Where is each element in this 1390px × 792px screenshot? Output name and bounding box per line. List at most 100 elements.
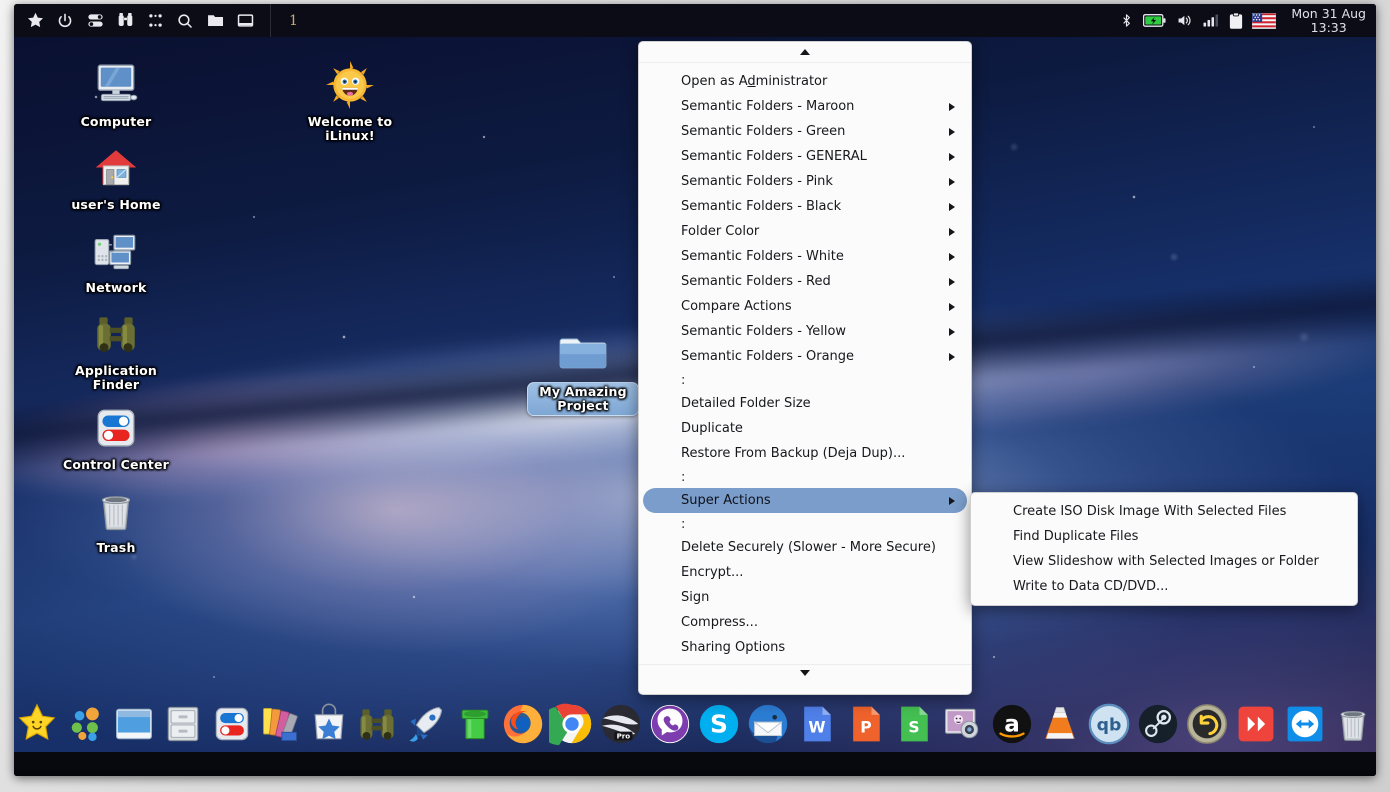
svg-text:Pro: Pro [617,731,631,740]
control-center-icon [210,702,254,746]
dock-item-vlc[interactable] [1038,699,1084,749]
chevron-right-icon [949,102,955,111]
menu-item-semantic-folders-white[interactable]: Semantic Folders - White [643,244,967,269]
desktop-icon-users-home[interactable]: user's Home [60,142,172,212]
volume-icon[interactable] [1175,12,1194,29]
dock-item-archive-cabinet[interactable] [160,699,206,749]
dock-item-skype[interactable]: S [696,699,742,749]
menu-item-folder-color[interactable]: Folder Color [643,219,967,244]
desktop-icon-trash[interactable]: Trash [60,485,172,555]
bluetooth-icon[interactable] [1119,12,1134,29]
toggles-icon[interactable] [82,8,108,34]
desktop-icon-label: Network [85,280,147,295]
dock-item-app-grid[interactable] [63,699,109,749]
grid-dots-icon[interactable] [142,8,168,34]
dock-item-steam[interactable] [1135,699,1181,749]
firefox-icon [500,701,546,747]
menu-item-semantic-folders-pink[interactable]: Semantic Folders - Pink [643,169,967,194]
viber-icon [647,701,693,747]
menu-item-delete-securely-slower-more-secure[interactable]: Delete Securely (Slower - More Secure) [643,535,967,560]
power-icon[interactable] [52,8,78,34]
image-viewer-icon [941,702,985,746]
submenu-item-find-duplicate-files[interactable]: Find Duplicate Files [975,524,1353,549]
dock-item-software-store[interactable] [306,699,352,749]
menu-item-semantic-folders-red[interactable]: Semantic Folders - Red [643,269,967,294]
menu-item-detailed-folder-size[interactable]: Detailed Folder Size [643,391,967,416]
dock-item-image-viewer[interactable] [940,699,986,749]
submenu-item-write-to-data-cd-dvd[interactable]: Write to Data CD/DVD... [975,574,1353,599]
dock-item-file-manager[interactable] [112,699,158,749]
dock-item-teamviewer[interactable] [1282,699,1328,749]
dock-item-chrome[interactable] [549,699,595,749]
dock-item-opera-pro[interactable]: Pro [598,699,644,749]
menu-item-sign[interactable]: Sign [643,585,967,610]
menu-item-open-as-administrator[interactable]: Open as Administrator [643,69,967,94]
submenu-item-view-slideshow-with-selected-images-or-folder[interactable]: View Slideshow with Selected Images or F… [975,549,1353,574]
dock-item-control-center[interactable] [209,699,255,749]
chevron-right-icon [949,127,955,136]
dock-item-spreadsheet[interactable]: S [891,699,937,749]
menu-item-restore-from-backup-deja-dup[interactable]: Restore From Backup (Deja Dup)... [643,441,967,466]
menu-item-semantic-folders-orange[interactable]: Semantic Folders - Orange [643,344,967,369]
menu-item-sharing-options[interactable]: Sharing Options [643,635,967,660]
dock-item-amazon[interactable]: a [989,699,1035,749]
dock-item-binoculars[interactable] [355,699,401,749]
chevron-right-icon [949,202,955,211]
window-icon[interactable] [232,8,258,34]
dock-item-writer[interactable]: W [794,699,840,749]
menu-item-semantic-folders-green[interactable]: Semantic Folders - Green [643,119,967,144]
screen-bottom-bar [14,770,1376,776]
menu-item-semantic-folders-general[interactable]: Semantic Folders - GENERAL [643,144,967,169]
menu-item-label: : [681,372,686,388]
desktop-icon-application-finder[interactable]: Application Finder [60,308,172,392]
dock-item-backup-restore[interactable] [1184,699,1230,749]
desktop-icon-label: Control Center [63,457,169,472]
super-actions-submenu[interactable]: Create ISO Disk Image With Selected File… [970,492,1358,606]
dock-item-viber[interactable] [647,699,693,749]
desktop-icon-network[interactable]: Network [60,225,172,295]
menu-item-encrypt[interactable]: Encrypt... [643,560,967,585]
menu-scroll-up-button[interactable] [639,42,971,63]
menu-scroll-down-button[interactable] [639,664,971,694]
dock-item-rocket[interactable] [403,699,449,749]
binoculars-icon[interactable] [112,8,138,34]
menu-item-compare-actions[interactable]: Compare Actions [643,294,967,319]
clipboard-icon[interactable] [1229,12,1243,30]
battery-charging-icon[interactable] [1143,13,1166,28]
desktop-icon-computer[interactable]: Computer [60,59,172,129]
dock-item-anydesk[interactable] [1233,699,1279,749]
rocket-icon [404,702,448,746]
archive-cabinet-icon [161,702,205,746]
desktop-icon-control-center[interactable]: Control Center [60,402,172,472]
opera-pro-icon: Pro [598,701,644,747]
search-icon[interactable] [172,8,198,34]
dock-item-pipe[interactable] [452,699,498,749]
menu-item-duplicate[interactable]: Duplicate [643,416,967,441]
desktop-icon-my-amazing-project[interactable]: My Amazing Project [527,326,639,416]
context-menu[interactable]: Open as Administrator Semantic Folders - … [638,41,972,695]
menu-item-semantic-folders-black[interactable]: Semantic Folders - Black [643,194,967,219]
binoculars-icon [355,702,399,746]
desktop-icon-welcome-to-ilinux[interactable]: Welcome to iLinux! [294,59,406,143]
menu-item-super-actions[interactable]: Super Actions [643,488,967,513]
dock-item-presentation[interactable]: P [843,699,889,749]
signal-bars-icon[interactable] [1203,13,1220,28]
svg-text:P: P [860,718,871,736]
dock-item-firefox[interactable] [500,699,546,749]
dock-item-thunderbird[interactable] [745,699,791,749]
menu-item-compress[interactable]: Compress... [643,610,967,635]
dock-item-qbittorrent[interactable]: qb [1086,699,1132,749]
folder-icon[interactable] [202,8,228,34]
dock-item-theme-palette[interactable] [257,699,303,749]
submenu-item-create-iso-disk-image-with-selected-files[interactable]: Create ISO Disk Image With Selected File… [975,499,1353,524]
workspace-indicator[interactable]: 1 [275,13,312,29]
menu-item-semantic-folders-maroon[interactable]: Semantic Folders - Maroon [643,94,967,119]
steam-icon [1135,701,1181,747]
star-icon[interactable] [22,8,48,34]
dock-item-star-launcher[interactable] [14,699,60,749]
clock[interactable]: Mon 31 Aug 13:33 [1285,6,1366,35]
flag-us-icon[interactable] [1252,12,1277,29]
menu-item-label: Sign [681,590,710,605]
dock-item-trash[interactable] [1330,699,1376,749]
menu-item-semantic-folders-yellow[interactable]: Semantic Folders - Yellow [643,319,967,344]
